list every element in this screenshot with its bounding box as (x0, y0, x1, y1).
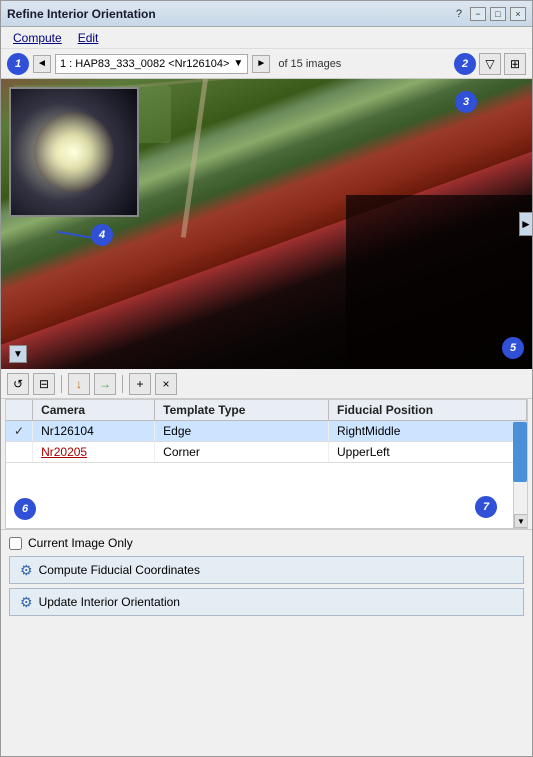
thumbnail-scroll-btn[interactable]: ▼ (9, 345, 27, 363)
prev-image-btn[interactable]: ◄ (33, 55, 51, 73)
fiducial-glow (34, 112, 114, 192)
right-arrow-icon: → (99, 377, 111, 391)
scroll-down-btn[interactable]: ▼ (514, 514, 528, 528)
table-icon: ⊟ (39, 377, 49, 391)
down-arrow-icon: ↓ (76, 377, 82, 391)
annotation-7: 7 (475, 496, 497, 518)
compute-fiducial-label: Compute Fiducial Coordinates (39, 563, 200, 577)
update-orientation-label: Update Interior Orientation (39, 595, 180, 609)
window-title: Refine Interior Orientation (7, 7, 156, 21)
add-icon: + (136, 377, 143, 391)
table-row[interactable]: ✓ Nr126104 Edge RightMiddle (6, 421, 527, 442)
annotation-1: 1 (7, 53, 29, 75)
row2-template: Corner (155, 442, 329, 463)
fiducial-table: Camera Template Type Fiducial Position ✓… (6, 400, 527, 463)
annotation-6: 6 (14, 498, 36, 520)
table-row[interactable]: Nr20205 Corner UpperLeft (6, 442, 527, 463)
col-camera[interactable]: Camera (33, 400, 155, 421)
table-scrollbar[interactable]: ▲ ▼ (513, 422, 527, 528)
toolbar-separator (61, 375, 62, 393)
row1-template: Edge (155, 421, 329, 442)
maximize-btn[interactable]: □ (490, 7, 506, 21)
move-down-btn[interactable]: ↓ (68, 373, 90, 395)
row2-camera: Nr20205 (33, 442, 155, 463)
side-expand-btn[interactable]: ► (519, 212, 532, 236)
data-table-container: Camera Template Type Fiducial Position ✓… (5, 399, 528, 529)
compute-icon: ⚙ (20, 562, 33, 579)
thumbnail-panel (9, 87, 139, 217)
update-icon: ⚙ (20, 594, 33, 611)
title-bar: Refine Interior Orientation ? − □ × (1, 1, 532, 27)
current-image-only-row: Current Image Only (9, 536, 524, 550)
refresh-icon: ↺ (13, 377, 23, 391)
grid-icon: ⊞ (510, 57, 520, 71)
grid-btn[interactable]: ⊞ (504, 53, 526, 75)
next-image-btn[interactable]: ► (252, 55, 270, 73)
menu-compute[interactable]: Compute (5, 29, 70, 47)
table-view-btn[interactable]: ⊟ (33, 373, 55, 395)
bottom-panel: Current Image Only ⚙ Compute Fiducial Co… (1, 529, 532, 626)
row2-check (6, 442, 33, 463)
move-right-btn[interactable]: → (94, 373, 116, 395)
toolbar-separator-2 (122, 375, 123, 393)
row1-check: ✓ (6, 421, 33, 442)
minimize-btn[interactable]: − (470, 7, 486, 21)
filter-btn[interactable]: ▽ (479, 53, 501, 75)
delete-btn[interactable]: × (155, 373, 177, 395)
menu-bar: Compute Edit (1, 27, 532, 49)
current-image-only-checkbox[interactable] (9, 537, 22, 550)
scrollbar-thumb[interactable] (513, 422, 527, 482)
add-btn[interactable]: + (129, 373, 151, 395)
image-selector-text: 1 : HAP83_333_0082 <Nr126104> (60, 58, 229, 70)
window-controls: ? − □ × (456, 7, 526, 21)
refresh-btn[interactable]: ↺ (7, 373, 29, 395)
row2-position: UpperLeft (329, 442, 527, 463)
col-template-type[interactable]: Template Type (155, 400, 329, 421)
current-image-only-label: Current Image Only (28, 536, 133, 550)
main-window: Refine Interior Orientation ? − □ × Comp… (0, 0, 533, 757)
delete-icon: × (162, 377, 169, 391)
action-toolbar: ↺ ⊟ ↓ → + × (1, 369, 532, 399)
col-check[interactable] (6, 400, 33, 421)
menu-edit[interactable]: Edit (70, 29, 107, 47)
col-fiducial-pos[interactable]: Fiducial Position (329, 400, 527, 421)
image-navigation-toolbar: 1 ◄ 1 : HAP83_333_0082 <Nr126104> ▼ ► of… (1, 49, 532, 79)
filter-icon: ▽ (485, 57, 494, 71)
row1-camera: Nr126104 (33, 421, 155, 442)
compute-fiducial-btn[interactable]: ⚙ Compute Fiducial Coordinates (9, 556, 524, 584)
update-orientation-btn[interactable]: ⚙ Update Interior Orientation (9, 588, 524, 616)
image-count-text: of 15 images (278, 58, 341, 70)
close-btn[interactable]: × (510, 7, 526, 21)
toolbar-right-icons: 2 ▽ ⊞ (454, 53, 526, 75)
thumbnail-image (11, 89, 137, 215)
image-selector[interactable]: 1 : HAP83_333_0082 <Nr126104> ▼ (55, 54, 248, 74)
image-display-area: ▼ 3 4 5 ► (1, 79, 532, 369)
annotation-2: 2 (454, 53, 476, 75)
row1-position: RightMiddle (329, 421, 527, 442)
help-btn[interactable]: ? (456, 8, 462, 20)
